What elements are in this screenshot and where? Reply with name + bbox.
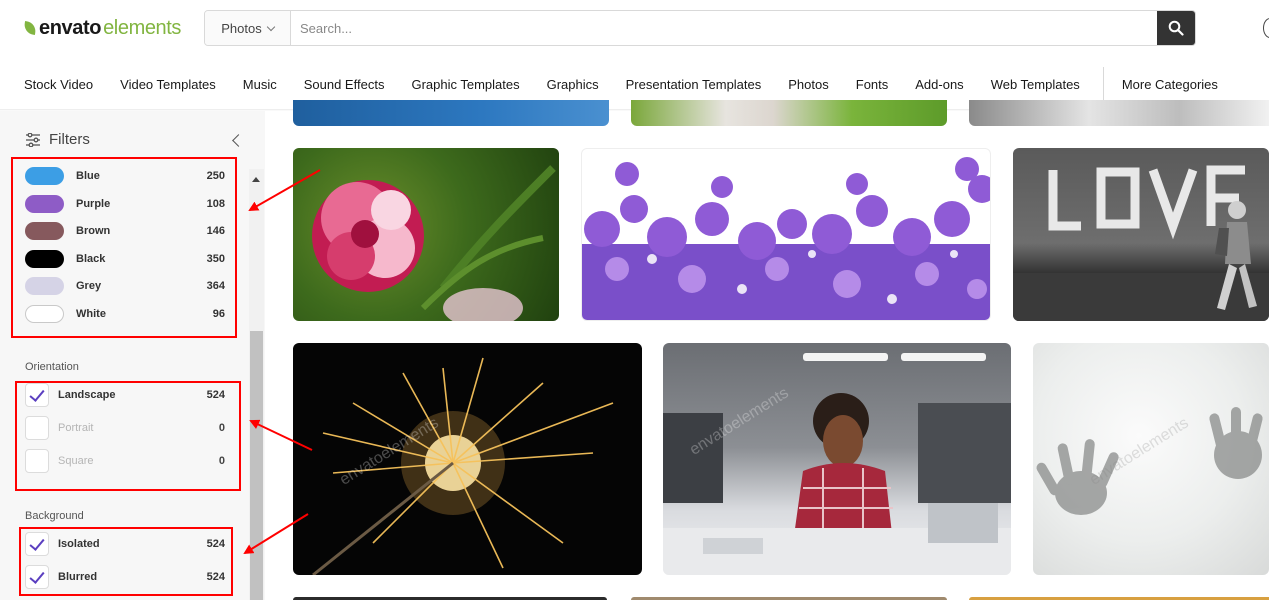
logo-text-envato: envato: [39, 16, 102, 39]
nav-item-photos[interactable]: Photos: [788, 77, 828, 92]
color-swatch: [25, 222, 64, 240]
color-count: 108: [206, 198, 225, 210]
thumbnail-partial-green[interactable]: [631, 100, 947, 126]
filters-header: Filters: [25, 131, 90, 148]
color-label: Brown: [76, 225, 111, 237]
hands-image: [1036, 407, 1263, 515]
background-blurred-checkbox[interactable]: Blurred 524: [25, 565, 225, 589]
thumbnail-partial-blue[interactable]: [293, 100, 609, 126]
color-filter-grey[interactable]: Grey 364: [25, 276, 225, 296]
color-count: 146: [206, 225, 225, 237]
color-label: Blue: [76, 170, 100, 182]
nav-item-add-ons[interactable]: Add-ons: [915, 77, 963, 92]
nav-item-more-categories[interactable]: More Categories: [1122, 77, 1218, 92]
orientation-heading: Orientation: [25, 361, 79, 373]
option-label: Blurred: [58, 571, 98, 583]
nav-item-stock-video[interactable]: Stock Video: [24, 77, 93, 92]
sparkler-image: [312, 357, 614, 575]
checkbox-checked[interactable]: [25, 532, 49, 556]
search-category-label: Photos: [221, 20, 262, 36]
scroll-up-arrow-icon[interactable]: [252, 177, 260, 182]
color-count: 364: [206, 280, 225, 292]
color-filter-purple[interactable]: Purple 108: [25, 194, 225, 214]
carnation-image: [312, 165, 556, 321]
option-count: 524: [206, 538, 225, 550]
checkbox-unchecked[interactable]: [25, 449, 49, 473]
search-button[interactable]: [1157, 11, 1195, 45]
checkbox-unchecked[interactable]: [25, 416, 49, 440]
orientation-landscape-checkbox[interactable]: Landscape 524: [25, 383, 225, 407]
color-label: White: [76, 308, 106, 320]
orientation-square-checkbox[interactable]: Square 0: [25, 449, 225, 473]
nav-item-graphics[interactable]: Graphics: [547, 77, 599, 92]
filters-sidebar: Filters Blue 250 Purple 108 Brown 146 Bl…: [0, 111, 265, 600]
office-image: [663, 353, 1011, 575]
search-bar: Photos: [204, 10, 1196, 46]
color-swatch: [25, 250, 64, 268]
option-label: Square: [58, 455, 94, 467]
background-heading: Background: [25, 510, 84, 522]
color-filter-white[interactable]: White 96: [25, 304, 225, 324]
option-label: Isolated: [58, 538, 100, 550]
orientation-portrait-checkbox[interactable]: Portrait 0: [25, 416, 225, 440]
nav-item-presentation-templates[interactable]: Presentation Templates: [626, 77, 762, 92]
option-label: Landscape: [58, 389, 116, 401]
color-label: Grey: [76, 280, 102, 292]
search-input[interactable]: [291, 11, 1157, 45]
color-filter-black[interactable]: Black 350: [25, 249, 225, 269]
nav-item-music[interactable]: Music: [243, 77, 277, 92]
color-label: Purple: [76, 198, 111, 210]
thumbnail-hands-glass[interactable]: envatoelements: [1033, 343, 1269, 575]
checkbox-checked[interactable]: [25, 383, 49, 407]
color-label: Black: [76, 253, 106, 265]
color-swatch: [25, 167, 64, 185]
thumbnail-woman-office[interactable]: envatoelements: [663, 343, 1011, 575]
background-isolated-checkbox[interactable]: Isolated 524: [25, 532, 225, 556]
search-icon: [1168, 20, 1184, 36]
option-count: 524: [206, 389, 225, 401]
color-count: 96: [212, 308, 225, 320]
checkbox-checked[interactable]: [25, 565, 49, 589]
color-swatch: [25, 305, 64, 323]
nav-item-graphic-templates[interactable]: Graphic Templates: [411, 77, 519, 92]
sliders-icon: [26, 132, 40, 147]
color-swatch: [25, 195, 64, 213]
color-filter-blue[interactable]: Blue 250: [25, 166, 225, 186]
account-icon[interactable]: [1263, 18, 1269, 38]
color-count: 350: [206, 253, 225, 265]
option-count: 0: [218, 422, 225, 434]
search-category-select[interactable]: Photos: [205, 11, 291, 45]
thumbnail-pink-carnation[interactable]: [293, 148, 559, 321]
nav-item-sound-effects[interactable]: Sound Effects: [304, 77, 385, 92]
love-wall-image: [1013, 165, 1269, 321]
chevron-left-icon[interactable]: [232, 134, 245, 147]
option-label: Portrait: [58, 422, 94, 434]
option-count: 524: [206, 571, 225, 583]
thumbnail-partial-grey[interactable]: [969, 100, 1269, 126]
nav-item-web-templates[interactable]: Web Templates: [991, 77, 1080, 92]
thumbnail-purple-bellflowers[interactable]: [581, 148, 991, 321]
leaf-icon: [23, 21, 37, 35]
color-count: 250: [206, 170, 225, 182]
thumbnail-love-wall-man[interactable]: [1013, 148, 1269, 321]
bellflowers-image: [582, 157, 990, 320]
color-filter-brown[interactable]: Brown 146: [25, 221, 225, 241]
envato-logo[interactable]: envato elements: [23, 16, 182, 40]
logo-text-elements: elements: [103, 16, 182, 39]
option-count: 0: [218, 455, 225, 467]
chevron-down-icon: [266, 22, 275, 31]
nav-item-fonts[interactable]: Fonts: [856, 77, 889, 92]
color-swatch: [25, 277, 64, 295]
filters-title: Filters: [49, 131, 90, 148]
thumbnail-sparkler[interactable]: envatoelements: [293, 343, 642, 575]
nav-divider: [1102, 67, 1104, 101]
nav-item-video-templates[interactable]: Video Templates: [120, 77, 216, 92]
sidebar-scrollbar-thumb[interactable]: [250, 331, 263, 600]
